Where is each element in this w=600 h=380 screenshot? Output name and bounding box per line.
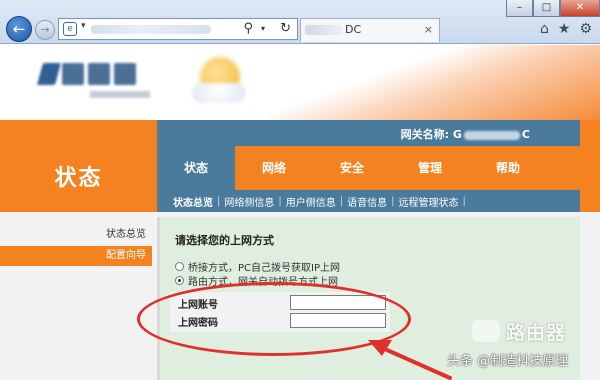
toolbar-icons: ⌂ ★ ⚙ [540, 21, 592, 37]
window-controls: – □ ✕ [506, 0, 600, 17]
search-dropdown-icon[interactable]: ▾ [261, 24, 265, 33]
favorites-star-icon[interactable]: ★ [558, 21, 571, 37]
brand-logo-redacted [37, 63, 136, 85]
header-bar: 网关名称: G C [0, 120, 600, 146]
wizard-title: 请选择您的上网方式 [175, 234, 274, 247]
minimize-button[interactable]: – [506, 0, 533, 17]
tab-title-redacted [305, 25, 343, 35]
address-url-redacted [91, 25, 211, 34]
sidebar-item-setup-wizard[interactable]: 配置向导 [0, 246, 152, 266]
router-banner [0, 45, 600, 120]
forward-button[interactable]: → [35, 20, 55, 40]
maximize-button[interactable]: □ [533, 0, 560, 17]
address-dropdown-icon[interactable]: ▾ [81, 21, 86, 31]
subnav-lan-info[interactable]: 用户侧信息 [282, 194, 340, 209]
watermark-brand: 路由器 [506, 322, 567, 344]
watermark-credit: 头条 @制造科技原理 [447, 354, 569, 369]
bridge-mode-radio[interactable] [175, 262, 184, 271]
subnav-status-overview[interactable]: 状态总览 [169, 194, 217, 209]
option-bridge-mode[interactable]: 桥接方式，PC自己拨号获取IP上网 [175, 259, 340, 274]
gateway-name: 网关名称: G C [401, 126, 530, 142]
highlight-oval [137, 282, 411, 356]
tab-status[interactable]: 状态 [157, 146, 235, 190]
route-mode-radio[interactable] [175, 276, 184, 285]
sidebar-item-status-overview[interactable]: 状态总览 [0, 225, 152, 245]
gateway-name-suffix: C [521, 128, 530, 141]
tab-network[interactable]: 网络 [235, 146, 313, 190]
settings-gear-icon[interactable]: ⚙ [579, 21, 592, 37]
header-bar-blue: 网关名称: G C [157, 120, 580, 146]
watermark-logo-icon [472, 320, 500, 342]
page-title: 状态 [0, 146, 157, 212]
header-right-edge [580, 120, 600, 212]
sidebar: 状态总览 配置向导 [0, 212, 157, 380]
subnav-remote-mgmt-status[interactable]: 远程管理状态 [395, 194, 463, 209]
tab-title: DC [345, 23, 362, 36]
close-window-button[interactable]: ✕ [560, 0, 600, 17]
tab-close-icon[interactable]: × [424, 23, 433, 36]
home-icon[interactable]: ⌂ [540, 21, 549, 37]
gateway-name-redacted [463, 130, 520, 140]
subnav-voice-info[interactable]: 语音信息 [343, 194, 391, 209]
back-button[interactable]: ← [6, 16, 32, 42]
sub-nav: 状态总览 | 网络侧信息 | 用户侧信息 | 语音信息 | 远程管理状态 | [157, 190, 580, 212]
bridge-mode-label: 桥接方式，PC自己拨号获取IP上网 [188, 263, 340, 274]
tab-help[interactable]: 帮助 [469, 146, 547, 190]
gateway-name-label: 网关名称: G [400, 128, 462, 141]
browser-tab[interactable]: DC × [300, 18, 440, 42]
tab-security[interactable]: 安全 [313, 146, 391, 190]
tab-management[interactable]: 管理 [391, 146, 469, 190]
cloud-illustration [192, 83, 246, 103]
address-bar[interactable]: e ▾ ⚲ ▾ ↻ [58, 18, 298, 40]
subnav-wan-info[interactable]: 网络侧信息 [220, 194, 278, 209]
site-shield-icon: e [63, 22, 77, 36]
browser-toolbar: – □ ✕ ← → e ▾ ⚲ ▾ ↻ DC × ⌂ ★ ⚙ [0, 0, 600, 44]
search-icon[interactable]: ⚲ [243, 21, 253, 36]
brand-subtitle-redacted [90, 91, 150, 98]
refresh-icon[interactable]: ↻ [280, 21, 291, 36]
main-nav: 状态 网络 安全 管理 帮助 [157, 146, 580, 190]
banner-decoration [270, 45, 600, 120]
